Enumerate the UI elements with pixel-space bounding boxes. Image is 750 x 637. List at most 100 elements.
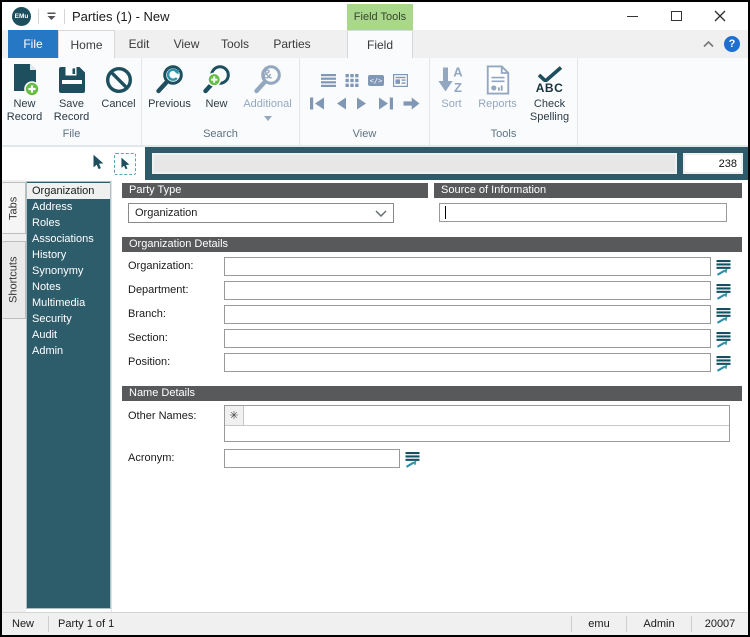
sidebar-item-roles[interactable]: Roles — [27, 215, 110, 231]
group-label-file: File — [62, 128, 81, 140]
close-button[interactable] — [698, 2, 742, 30]
organization-input[interactable] — [224, 257, 711, 276]
department-lookup-button[interactable] — [715, 282, 732, 300]
additional-search-icon: & — [252, 61, 284, 98]
check-spelling-icon: ABC — [536, 61, 564, 98]
new-record-button[interactable]: New Record — [2, 61, 47, 128]
status-port: 20007 — [704, 618, 736, 630]
source-of-information-input[interactable] — [439, 203, 727, 222]
lookup-list-icon — [405, 451, 420, 468]
check-spelling-button[interactable]: ABC Check Spelling — [525, 61, 575, 128]
organization-lookup-button[interactable] — [715, 258, 732, 276]
organization-label: Organization: — [128, 260, 194, 272]
additional-search-button[interactable]: & Additional — [238, 61, 298, 128]
grid-add-row-button[interactable]: ✳ — [225, 406, 244, 425]
acronym-lookup-button[interactable] — [404, 450, 421, 468]
sort-button[interactable]: AZ Sort — [433, 61, 471, 128]
tab-row-right: ? — [703, 30, 748, 58]
sidebar-item-history[interactable]: History — [27, 247, 110, 263]
cancel-button[interactable]: Cancel — [96, 61, 141, 128]
previous-record-icon[interactable] — [334, 97, 347, 113]
other-names-grid[interactable]: ✳ — [224, 405, 730, 442]
check-spelling-label: Check Spelling — [529, 98, 570, 123]
group-label-view: View — [352, 128, 377, 140]
next-record-icon[interactable] — [356, 97, 369, 113]
lookup-list-icon — [716, 259, 731, 276]
save-record-button[interactable]: Save Record — [49, 61, 94, 128]
section-input[interactable] — [224, 329, 711, 348]
goto-record-icon[interactable] — [403, 97, 420, 113]
new-search-button[interactable]: New — [198, 61, 236, 128]
department-label: Department: — [128, 284, 189, 296]
section-lookup-button[interactable] — [715, 330, 732, 348]
sidebar-item-associations[interactable]: Associations — [27, 231, 110, 247]
window-title: Parties (1) - New — [72, 8, 170, 24]
last-record-icon[interactable] — [378, 97, 394, 113]
party-type-header: Party Type — [122, 183, 428, 198]
sidebar-item-security[interactable]: Security — [27, 311, 110, 327]
lookup-list-icon — [716, 283, 731, 300]
sidebar-item-organization[interactable]: Organization — [27, 183, 110, 199]
minimize-button[interactable] — [610, 2, 654, 30]
page-view-icon[interactable] — [393, 73, 409, 90]
strip-tab-tabs[interactable]: Tabs — [2, 182, 26, 234]
sidebar-item-synonymy[interactable]: Synonymy — [27, 263, 110, 279]
main-area: Tabs Shortcuts Organization Address Role… — [2, 180, 748, 612]
maximize-button[interactable] — [654, 2, 698, 30]
select-tools — [2, 147, 145, 180]
additional-dropdown-icon — [263, 112, 272, 124]
collapse-ribbon-icon[interactable] — [703, 40, 714, 48]
reports-button[interactable]: Reports — [473, 61, 523, 128]
sidebar-item-audit[interactable]: Audit — [27, 327, 110, 343]
party-type-dropdown[interactable]: Organization — [128, 203, 394, 223]
group-label-tools: Tools — [490, 128, 517, 140]
acronym-input[interactable] — [224, 449, 400, 468]
tab-edit[interactable]: Edit — [115, 30, 163, 58]
lookup-list-icon — [716, 331, 731, 348]
save-record-icon — [57, 61, 87, 98]
tab-home[interactable]: Home — [58, 30, 115, 58]
status-spacer — [114, 613, 571, 635]
record-count: 238 — [683, 153, 743, 174]
list-view-icon[interactable] — [321, 73, 336, 90]
previous-search-icon — [154, 61, 186, 98]
tab-view[interactable]: View — [163, 30, 210, 58]
code-view-icon[interactable]: </> — [368, 74, 384, 90]
sidebar-item-admin[interactable]: Admin — [27, 343, 110, 359]
chevron-down-icon — [375, 210, 393, 217]
tab-parties[interactable]: Parties — [260, 30, 324, 58]
marquee-select-button[interactable] — [114, 152, 136, 175]
help-icon: ? — [728, 38, 736, 50]
reports-label: Reports — [478, 98, 517, 110]
previous-search-button[interactable]: Previous — [144, 61, 196, 128]
other-names-cell[interactable] — [244, 406, 729, 425]
strip-tab-shortcuts[interactable]: Shortcuts — [2, 241, 26, 319]
sidebar-item-multimedia[interactable]: Multimedia — [27, 295, 110, 311]
tab-file[interactable]: File — [8, 30, 58, 58]
new-search-icon — [201, 61, 233, 98]
first-record-icon[interactable] — [309, 97, 325, 113]
position-input[interactable] — [224, 353, 711, 372]
help-button[interactable]: ? — [724, 36, 740, 52]
department-input[interactable] — [224, 281, 711, 300]
select-cursor-button[interactable] — [92, 154, 105, 173]
other-names-label: Other Names: — [128, 410, 197, 422]
tab-field[interactable]: Field — [347, 30, 413, 58]
quick-access-dropdown-icon[interactable] — [46, 12, 57, 21]
app-icon: EMu — [12, 6, 31, 26]
position-lookup-button[interactable] — [715, 354, 732, 372]
title-bar: EMu Parties (1) - New Field Tools — [2, 2, 748, 30]
sidebar-item-address[interactable]: Address — [27, 199, 110, 215]
ribbon-tab-row: File Home Edit View Tools Parties Field … — [2, 30, 748, 58]
branch-lookup-button[interactable] — [715, 306, 732, 324]
minimize-icon — [626, 15, 638, 17]
branch-input[interactable] — [224, 305, 711, 324]
grid-view-icon[interactable] — [345, 73, 359, 90]
sidebar-item-notes[interactable]: Notes — [27, 279, 110, 295]
reports-icon — [484, 61, 512, 98]
tab-tools[interactable]: Tools — [210, 30, 260, 58]
field-tools-contextual-label: Field Tools — [347, 4, 413, 30]
text-caret — [445, 205, 446, 219]
ribbon-group-view: </> View — [300, 58, 430, 145]
new-record-icon — [9, 61, 41, 98]
